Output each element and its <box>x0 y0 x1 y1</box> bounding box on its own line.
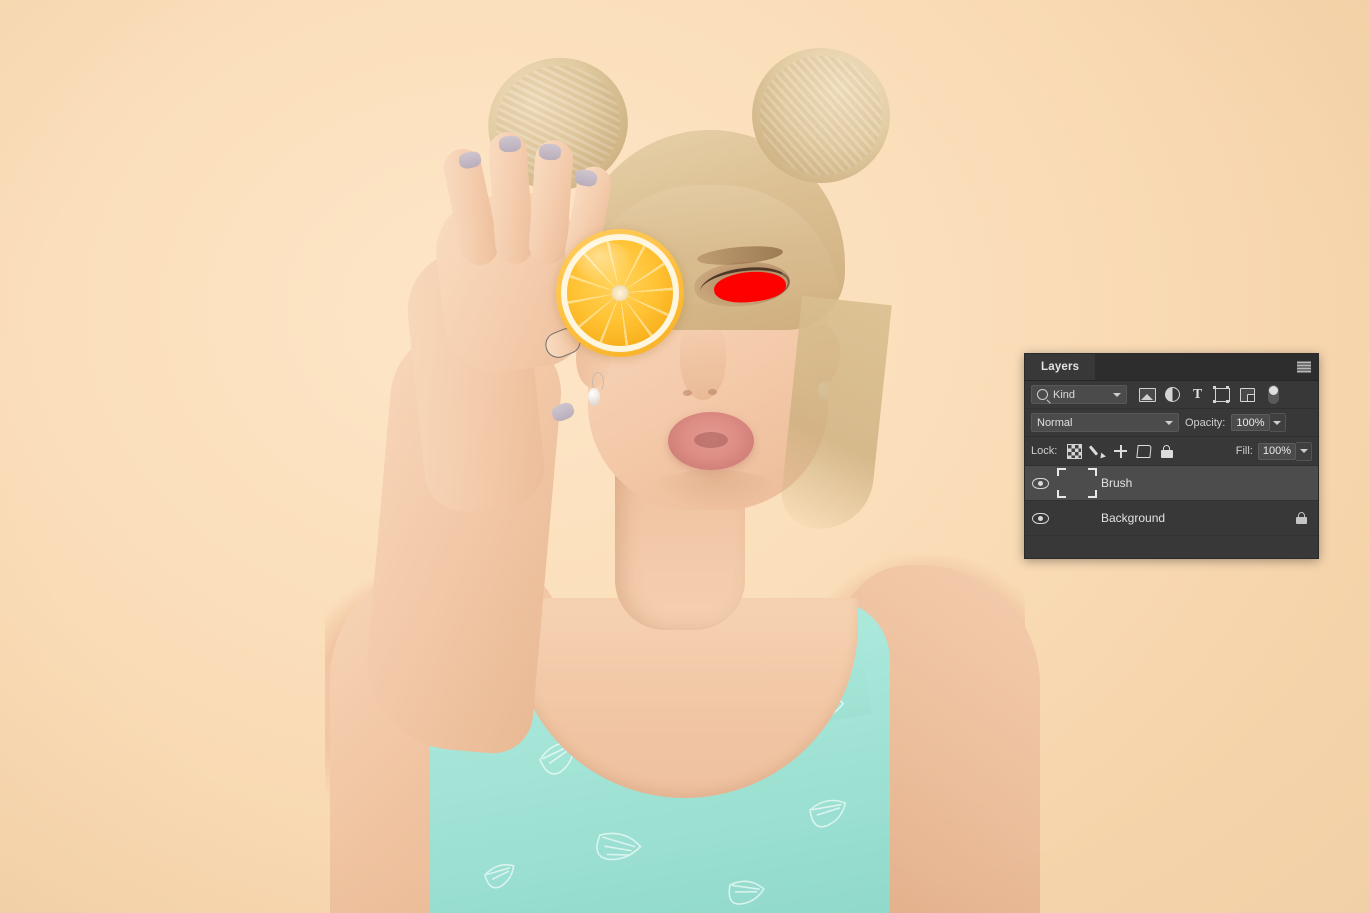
tab-layers[interactable]: Layers <box>1025 354 1096 380</box>
layer-list: Brush Background <box>1025 466 1318 536</box>
blend-mode-row: Normal Opacity: 100% <box>1025 409 1318 437</box>
layer-visibility-toggle-background[interactable] <box>1025 512 1055 524</box>
filter-kind-select[interactable]: Kind <box>1031 385 1127 404</box>
lock-image-pixels-icon[interactable] <box>1086 440 1109 462</box>
layer-thumbnail-brush[interactable] <box>1055 468 1099 498</box>
blend-mode-value: Normal <box>1037 416 1073 429</box>
smart-object-filter-icon[interactable] <box>1235 384 1260 406</box>
opacity-value: 100% <box>1236 416 1265 429</box>
eye-icon <box>1031 512 1049 524</box>
fill-label: Fill: <box>1235 445 1253 457</box>
lock-transparent-pixels-icon[interactable] <box>1063 440 1086 462</box>
fill-value: 100% <box>1262 445 1291 457</box>
lock-all-icon[interactable] <box>1155 440 1178 462</box>
lock-row: Lock: Fill: 100% <box>1025 437 1318 466</box>
thumbnail-selection-brackets <box>1057 468 1097 498</box>
filter-toggle-switch[interactable] <box>1260 384 1285 406</box>
menu-line <box>1297 370 1311 373</box>
lock-icon <box>1295 512 1307 524</box>
tab-layers-label: Layers <box>1041 361 1080 373</box>
lock-position-icon[interactable] <box>1109 440 1132 462</box>
menu-line <box>1297 361 1311 364</box>
chevron-down-icon <box>1273 420 1281 425</box>
pixel-layer-filter-icon[interactable] <box>1135 384 1160 406</box>
layer-filter-row: Kind T <box>1025 381 1318 409</box>
type-layer-filter-icon[interactable]: T <box>1185 384 1210 406</box>
opacity-input[interactable]: 100% <box>1231 414 1270 431</box>
fill-input[interactable]: 100% <box>1257 442 1296 460</box>
layer-locked-indicator-background[interactable] <box>1288 512 1314 524</box>
type-filter-glyph: T <box>1192 386 1203 402</box>
opacity-label: Opacity: <box>1185 416 1226 429</box>
chevron-down-icon <box>1299 449 1308 453</box>
filter-kind-label: Kind <box>1053 388 1076 401</box>
layer-row-brush[interactable]: Brush <box>1025 466 1318 501</box>
blend-mode-select[interactable]: Normal <box>1031 413 1179 432</box>
layer-row-background[interactable]: Background <box>1025 501 1318 536</box>
search-icon <box>1037 389 1048 400</box>
opacity-stepper[interactable] <box>1269 413 1286 432</box>
layer-name-brush[interactable]: Brush <box>1099 476 1288 490</box>
filter-icon-group: T <box>1135 384 1285 406</box>
panel-menu-icon[interactable] <box>1297 361 1311 373</box>
layer-thumbnail-background[interactable] <box>1055 505 1099 531</box>
fill-stepper[interactable] <box>1296 441 1312 461</box>
chevron-down-icon <box>1165 420 1173 425</box>
layer-visibility-toggle-brush[interactable] <box>1025 477 1055 489</box>
lock-artboard-nesting-icon[interactable] <box>1132 440 1155 462</box>
lock-label: Lock: <box>1031 445 1058 457</box>
chevron-down-icon <box>1113 392 1121 397</box>
menu-line <box>1297 364 1311 367</box>
shape-layer-filter-icon[interactable] <box>1210 384 1235 406</box>
adjustment-layer-filter-icon[interactable] <box>1160 384 1185 406</box>
layers-panel[interactable]: Layers Kind T Normal Opacity: 100% Lock:… <box>1024 353 1319 559</box>
panel-tab-bar: Layers <box>1025 354 1318 381</box>
eye-icon <box>1031 477 1049 489</box>
layer-name-background[interactable]: Background <box>1099 511 1288 525</box>
menu-line <box>1297 367 1311 370</box>
